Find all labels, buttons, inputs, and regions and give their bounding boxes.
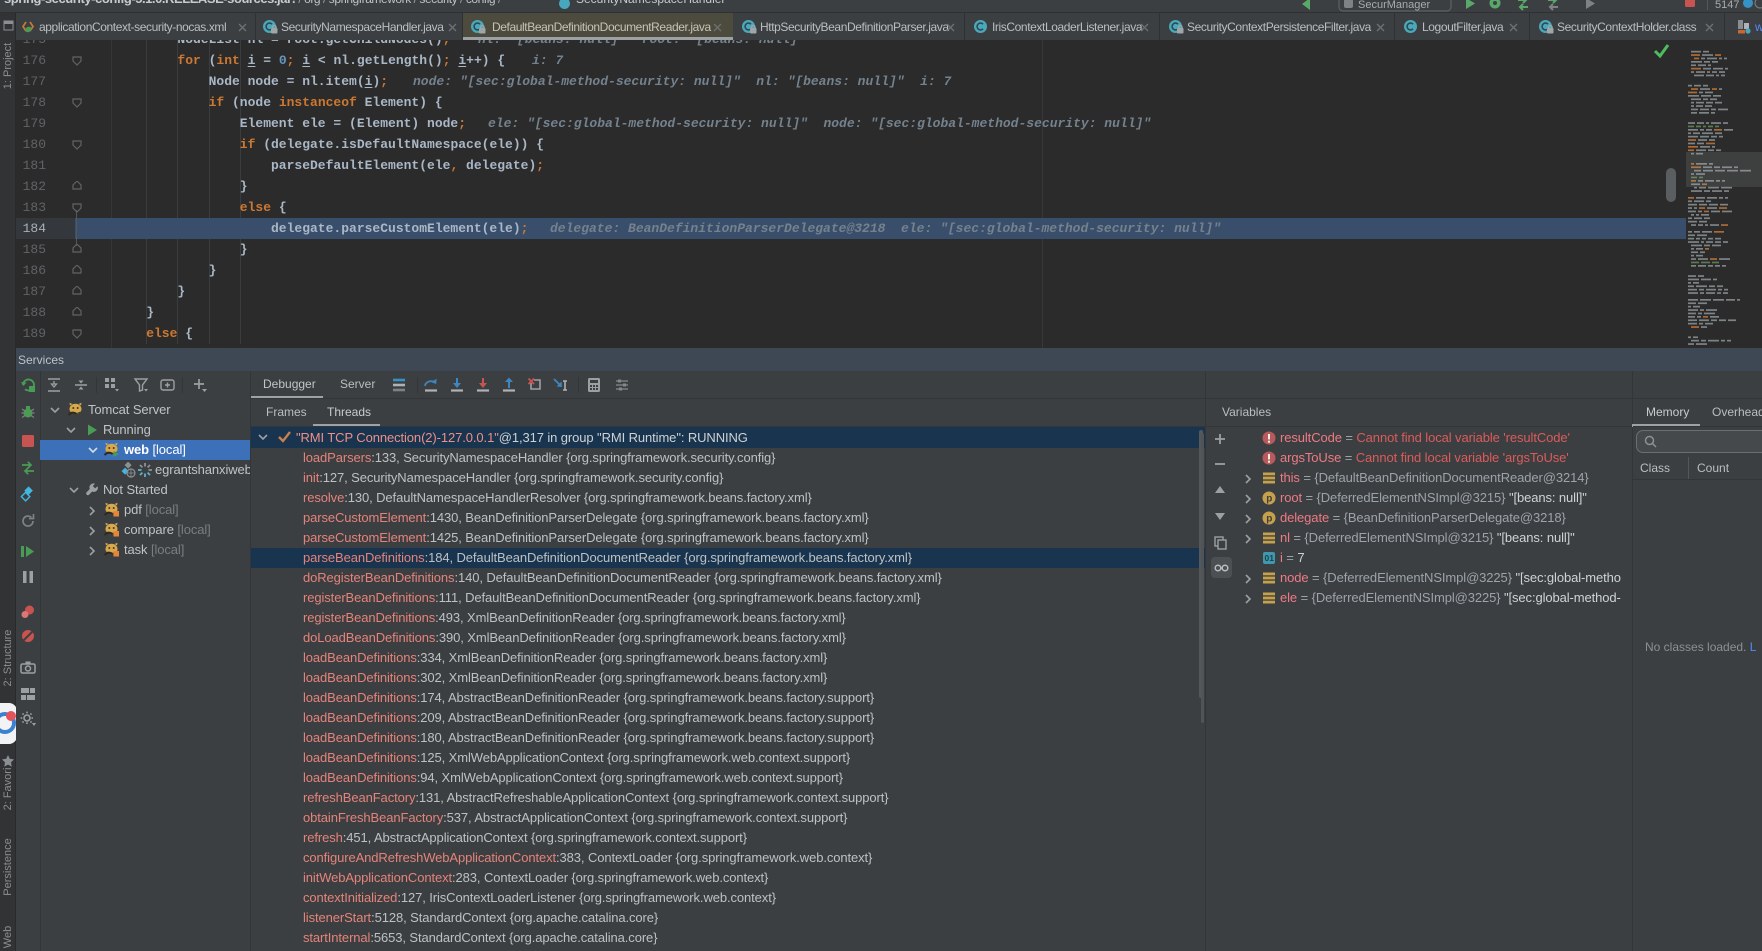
svg-text:SecurManager: SecurManager (1358, 0, 1430, 11)
svg-text:5147: 5147 (1715, 0, 1739, 11)
